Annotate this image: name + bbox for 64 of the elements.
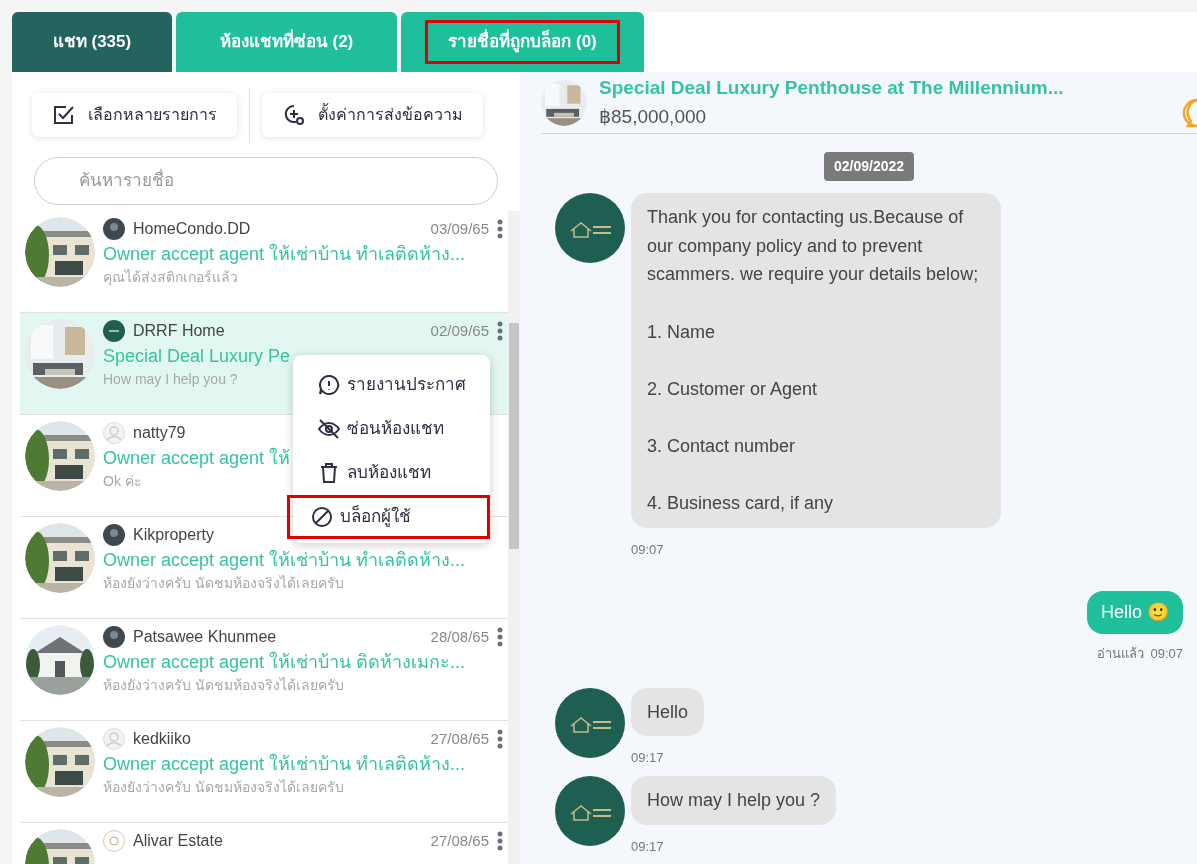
- tab[interactable]: แชท (335): [12, 12, 172, 72]
- listing-title: Owner accept agent ให้เช่าบ้าน ติดห้างเมกะ...: [103, 650, 466, 674]
- menu-item[interactable]: ลบห้องแชท: [293, 451, 490, 495]
- listing-title: Owner accept agent ให้เช่าบ้าน ทำเลติดห้าง...: [103, 242, 466, 266]
- chat-date: 02/09/65: [430, 320, 489, 341]
- more-options-icon[interactable]: [497, 831, 503, 851]
- chat-date: 28/08/65: [430, 626, 489, 647]
- menu-item[interactable]: รายงานประกาศ: [293, 363, 490, 407]
- chat-date: 27/08/65: [430, 728, 489, 749]
- date-badge: 02/09/2022: [823, 152, 915, 182]
- block-icon: [310, 505, 334, 529]
- user-avatar-icon: [103, 218, 125, 240]
- more-options-icon[interactable]: [497, 321, 503, 341]
- last-message: ห้องยังว่างครับ นัดชมห้องจริงได้เลยครับ: [103, 676, 344, 695]
- user-avatar-icon: [103, 728, 125, 750]
- user-avatar-icon: [103, 524, 125, 546]
- more-options-icon[interactable]: [497, 627, 503, 647]
- listing-price: ฿85,000,000: [599, 104, 708, 129]
- user-avatar-icon: [103, 830, 125, 852]
- user-avatar-icon: [103, 320, 125, 342]
- message-time: 09:07: [631, 540, 665, 559]
- checkbox-icon: [52, 103, 76, 127]
- listing-title: Owner accept agent ให้เช่าบ้าน ทำเลติดห้าง...: [103, 752, 466, 776]
- read-status: อ่านแล้ว: [1097, 645, 1145, 664]
- listing-title: Owner accept agent ให้: [103, 446, 291, 470]
- user-avatar-icon: [103, 626, 125, 648]
- eye-off-icon: [317, 417, 341, 441]
- chat-date: 03/09/65: [430, 218, 489, 239]
- user-name: HomeCondo.DD: [133, 219, 251, 239]
- search-field[interactable]: ค้นหารายชื่อ: [34, 157, 498, 205]
- user-name: Alivar Estate: [133, 831, 223, 851]
- message-bubble: Hello 🙂: [1086, 591, 1183, 635]
- toolbar-button[interactable]: เลือกหลายรายการ: [32, 93, 237, 137]
- last-message: How may I help you ?: [103, 370, 238, 389]
- chat-date: 27/08/65: [430, 830, 489, 851]
- logo-avatar: [555, 775, 625, 846]
- logo-avatar: [555, 193, 625, 264]
- user-name: natty79: [133, 423, 186, 443]
- last-message: ห้องยังว่างครับ นัดชมห้องจริงได้เลยครับ: [103, 574, 344, 593]
- user-name: Patsawee Khunmee: [133, 627, 277, 647]
- user-name: kedkiiko: [133, 729, 191, 749]
- message-bubble: Hello: [631, 687, 705, 737]
- user-avatar-icon: [103, 422, 125, 444]
- user-name: DRRF Home: [133, 321, 225, 341]
- more-options-icon[interactable]: [497, 729, 503, 749]
- last-message: Ok ค่ะ: [103, 472, 142, 491]
- scrollbar-thumb[interactable]: [509, 323, 519, 549]
- user-name: Kikproperty: [133, 525, 214, 545]
- toolbar-button[interactable]: ตั้งค่าการส่งข้อความ: [262, 93, 483, 137]
- listing-title: Owner accept agent ให้เช่าบ้าน ทำเลติดห้าง...: [103, 548, 466, 572]
- message-time: 09:17: [631, 837, 665, 856]
- more-options-icon[interactable]: [497, 219, 503, 239]
- last-message: คุณได้ส่งสติกเกอร์แล้ว: [103, 268, 238, 288]
- message-bubble: How may I help you ?: [631, 775, 837, 825]
- listing-title: Special Deal Luxury Pe: [103, 345, 291, 368]
- message-bubble: Thank you for contacting us.Because of our company policy and to prevent scammers. we require your details below; 1. Name 2. Customer or Agent 3. Contact number 4. Business card, if any: [631, 193, 1001, 528]
- message-time: 09:07: [1150, 645, 1183, 664]
- alert-bubble-icon: [317, 373, 341, 397]
- last-message: ห้องยังว่างครับ นัดชมห้องจริงได้เลยครับ: [103, 778, 344, 797]
- message-time: 09:17: [631, 749, 665, 768]
- listing-title: Special Deal Luxury Penthouse at The Millennium...: [599, 76, 1064, 101]
- logo-avatar: [555, 687, 625, 758]
- menu-item[interactable]: บล็อกผู้ใช้: [287, 495, 490, 539]
- chat-gear-icon: [282, 103, 306, 127]
